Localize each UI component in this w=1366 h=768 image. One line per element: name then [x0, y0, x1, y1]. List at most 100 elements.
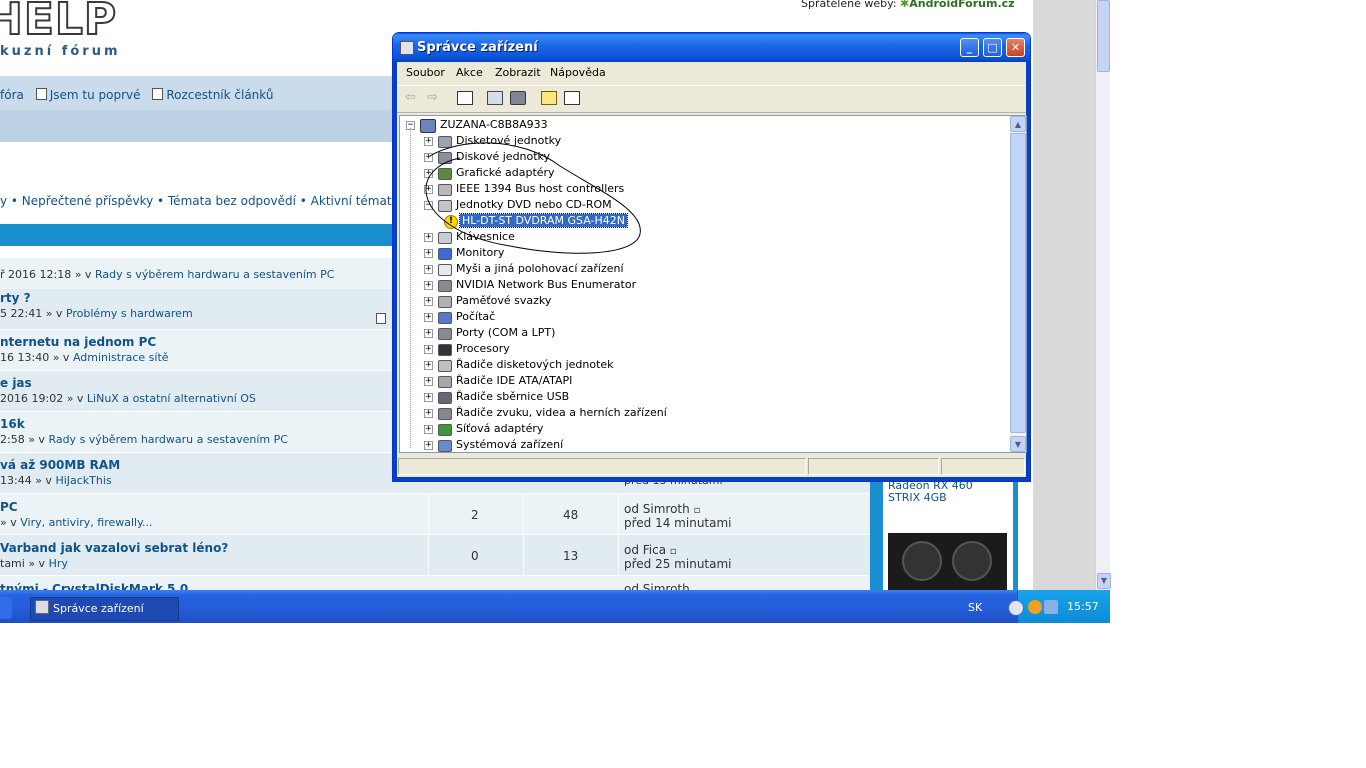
topic-forum-link[interactable]: Rady s výběrem hardwaru a sestavením PC [48, 433, 288, 446]
expand-toggle[interactable]: + [424, 185, 433, 194]
expand-toggle[interactable]: + [424, 425, 433, 434]
scan-hardware-icon[interactable] [564, 91, 580, 105]
topic-last-post-author[interactable]: od Simroth [624, 582, 690, 590]
topics-header-bar [0, 224, 393, 246]
expand-toggle[interactable]: + [424, 233, 433, 242]
network-icon[interactable] [1044, 600, 1058, 614]
topic-last-post-author[interactable]: od Fica ▫ [624, 543, 677, 557]
ad-graphics-card-image[interactable] [888, 533, 1007, 590]
scrollbar-thumb[interactable] [1097, 0, 1110, 72]
topic-title[interactable]: Varband jak vazalovi sebrat léno? [0, 541, 228, 555]
title-bar[interactable]: Správce zařízení _ □ ✕ [393, 33, 1030, 62]
expand-toggle[interactable]: + [424, 329, 433, 338]
clock[interactable]: 15:57 [1067, 600, 1099, 613]
topic-forum-link[interactable]: Problémy s hardwarem [66, 307, 193, 320]
nav-link-first-time[interactable]: Jsem tu poprvé [50, 88, 141, 102]
view-post-icon[interactable]: ▫ [694, 505, 701, 516]
topic-forum-link[interactable]: Administrace sítě [73, 351, 169, 364]
collapse-toggle[interactable]: − [424, 201, 433, 210]
topic-title[interactable]: 16k [0, 417, 25, 431]
forum-navbar-lower [0, 110, 393, 142]
cpu-icon [438, 344, 452, 356]
table-row[interactable]: PC » v Viry, antiviry, firewally... 2 48… [0, 494, 870, 535]
menu-help[interactable]: Nápověda [550, 66, 606, 79]
expand-toggle[interactable]: + [424, 281, 433, 290]
start-button[interactable] [0, 597, 12, 619]
topic-title[interactable]: nternetu na jednom PC [0, 335, 156, 349]
expand-toggle[interactable]: + [424, 409, 433, 418]
topic-forum-link[interactable]: LiNuX a ostatní alternativní OS [87, 392, 256, 405]
menu-action[interactable]: Akce [456, 66, 483, 79]
expand-toggle[interactable]: + [424, 297, 433, 306]
back-arrow-icon[interactable]: ⇦ [405, 91, 421, 105]
scroll-up-button[interactable]: ▲ [1010, 116, 1026, 132]
tree-item-label: IEEE 1394 Bus host controllers [456, 182, 625, 195]
topic-last-post-author[interactable]: od Simroth ▫ [624, 502, 700, 516]
status-panel [398, 458, 806, 475]
print-icon[interactable] [510, 91, 526, 105]
topic-forum-link[interactable]: HiJackThis [55, 474, 111, 487]
taskbar-item-device-manager[interactable]: Správce zařízení [30, 597, 179, 621]
tree-item-label: Paměťové svazky [456, 294, 552, 307]
expand-toggle[interactable]: + [424, 249, 433, 258]
menu-file[interactable]: Soubor [406, 66, 445, 79]
device-manager-icon [400, 41, 414, 55]
table-row[interactable]: Varband jak vazalovi sebrat léno? tami »… [0, 535, 870, 576]
expand-toggle[interactable]: + [424, 313, 433, 322]
table-row[interactable]: tnými - CrystalDiskMark 5.0 od Simroth [0, 576, 870, 590]
help-icon[interactable] [541, 91, 557, 105]
expand-toggle[interactable]: + [424, 265, 433, 274]
forward-arrow-icon[interactable]: ⇨ [427, 91, 443, 105]
scroll-down-button[interactable]: ▼ [1097, 573, 1111, 589]
tree-item-label: Řadiče zvuku, videa a herních zařízení [456, 406, 667, 419]
topic-title[interactable]: PC [0, 500, 18, 514]
window-title: Správce zařízení [417, 40, 538, 55]
language-indicator[interactable]: SK [968, 601, 982, 614]
topic-title[interactable]: vá až 900MB RAM [0, 458, 120, 472]
nav-link-forums[interactable]: fóra [0, 88, 24, 102]
forum-logo[interactable]: HELP [0, 0, 117, 46]
tree-item-label: Síťová adaptéry [456, 422, 544, 435]
topic-forum-link[interactable]: Rady s výběrem hardwaru a sestavením PC [95, 268, 335, 281]
port-icon [438, 328, 452, 340]
expand-toggle[interactable]: + [424, 393, 433, 402]
column-divider [428, 535, 429, 575]
scroll-down-button[interactable]: ▼ [1010, 436, 1026, 452]
topic-title[interactable]: e jas [0, 376, 32, 390]
topic-meta: 13:44 » v HiJackThis [0, 474, 112, 487]
nav-link-articles[interactable]: Rozcestník článků [166, 88, 273, 102]
quick-links[interactable]: y • Nepřečtené příspěvky • Témata bez od… [0, 194, 399, 208]
topic-title[interactable]: rty ? [0, 291, 31, 305]
tree-scrollbar[interactable]: ▲ ▼ [1010, 115, 1027, 453]
expand-toggle[interactable]: + [424, 361, 433, 370]
avast-icon[interactable] [1028, 600, 1042, 614]
properties-icon[interactable] [487, 91, 503, 105]
topic-title[interactable]: tnými - CrystalDiskMark 5.0 [0, 582, 188, 590]
minimize-button[interactable]: _ [960, 38, 979, 57]
close-button[interactable]: ✕ [1006, 38, 1025, 57]
ad-text[interactable]: Radeon RX 460 STRIX 4GB [888, 480, 973, 504]
topic-forum-link[interactable]: Viry, antiviry, firewally... [20, 516, 152, 529]
device-tree: − ZUZANA-C8B8A933 + Disketové jednotky + Di… [399, 115, 1011, 453]
browser-scrollbar[interactable]: ▼ [1095, 0, 1111, 590]
expand-toggle[interactable]: + [424, 441, 433, 450]
show-hide-tree-icon[interactable] [457, 91, 473, 105]
expand-toggle[interactable]: + [424, 153, 433, 162]
expand-toggle[interactable]: + [424, 137, 433, 146]
tree-scrollbar-thumb[interactable] [1010, 133, 1026, 433]
tree-item-label: Procesory [456, 342, 510, 355]
friend-site-link[interactable]: AndroidForum.cz [909, 0, 1014, 10]
expand-toggle[interactable]: + [424, 345, 433, 354]
show-hidden-icons-icon[interactable] [1008, 600, 1024, 616]
maximize-button[interactable]: □ [983, 38, 1002, 57]
taskbar-item-label: Správce zařízení [53, 602, 144, 615]
column-divider [523, 494, 524, 534]
monitor-icon [438, 248, 452, 260]
tree-root-label: ZUZANA-C8B8A933 [440, 118, 548, 131]
expand-toggle[interactable]: + [424, 169, 433, 178]
expand-toggle[interactable]: + [424, 377, 433, 386]
menu-view[interactable]: Zobrazit [495, 66, 541, 79]
topic-forum-link[interactable]: Hry [49, 557, 68, 570]
view-post-icon[interactable]: ▫ [670, 546, 677, 557]
computer-icon [438, 312, 452, 324]
